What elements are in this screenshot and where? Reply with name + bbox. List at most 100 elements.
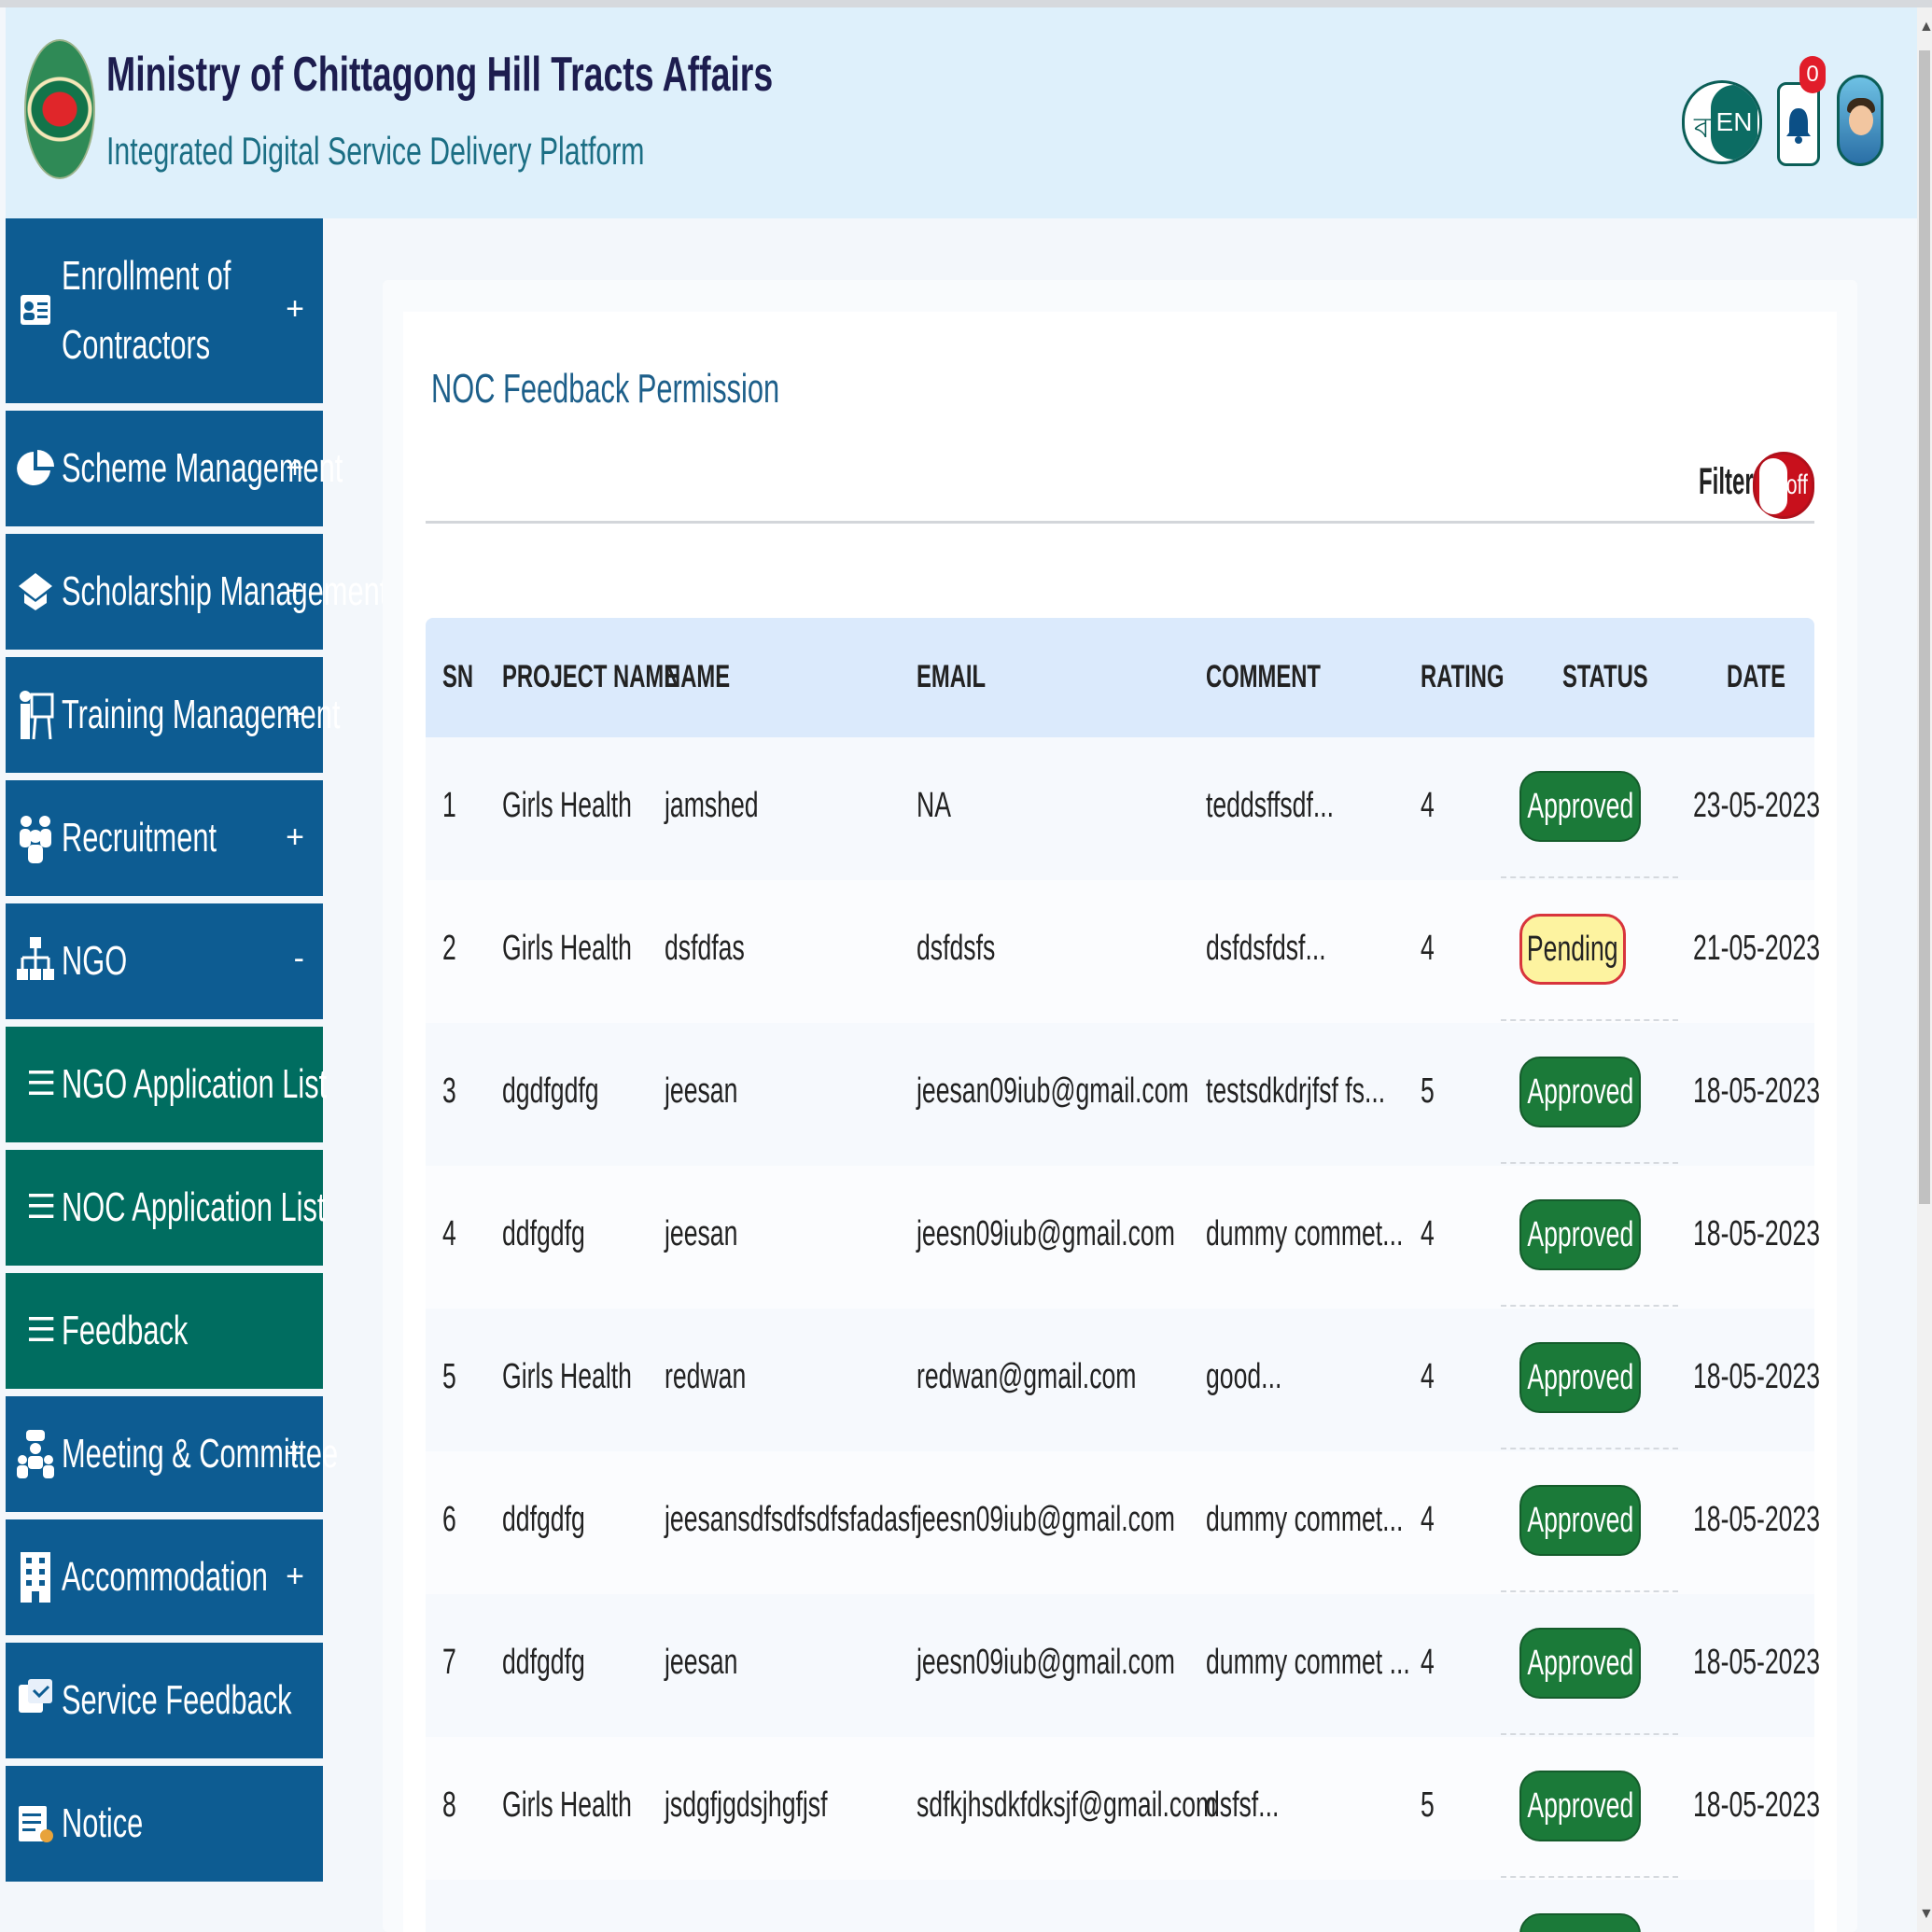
cell-status: Approved bbox=[1501, 1309, 1678, 1449]
table-row[interactable]: 3 dgdfgdfg jeesan jeesan09iub@gmail.com test… bbox=[426, 1023, 1820, 1166]
sidebar-item-label: Accommodation bbox=[62, 1554, 268, 1600]
column-header-comment[interactable]: COMMENT bbox=[1206, 659, 1321, 695]
sidebar-item-label: Feedback bbox=[62, 1308, 189, 1353]
status-badge[interactable]: Approved bbox=[1519, 1057, 1641, 1127]
language-toggle[interactable]: বাং EN bbox=[1682, 80, 1762, 164]
cell-project-name: Girls Health bbox=[502, 1785, 632, 1825]
column-header-rating[interactable]: RATING bbox=[1421, 659, 1504, 695]
cell-name: jeesan bbox=[665, 1214, 738, 1253]
table-row[interactable]: 5 Girls Health redwan redwan@gmail.com good.… bbox=[426, 1309, 1820, 1451]
sidebar-item-service-feedback[interactable]: Service Feedback bbox=[6, 1643, 323, 1758]
cell-status: Approved bbox=[1501, 737, 1678, 878]
sidebar-subitem-noc-application-list[interactable]: ☰ NOC Application List bbox=[6, 1150, 326, 1266]
status-badge[interactable]: Pending bbox=[1519, 914, 1626, 985]
cell-email: jeesn09iub@gmail.com bbox=[917, 1643, 1175, 1682]
status-badge-label: Pending bbox=[1527, 929, 1618, 969]
cell-date: 18-05-2023 bbox=[1693, 1071, 1821, 1111]
cell-rating: 4 bbox=[1421, 1357, 1435, 1396]
divider bbox=[426, 521, 1814, 524]
filter-toggle-state: off bbox=[1786, 469, 1808, 500]
column-header-sn[interactable]: SN bbox=[442, 659, 473, 695]
sidebar-item-ngo[interactable]: NGO - bbox=[6, 903, 323, 1019]
cell-project-name: Girls Health bbox=[502, 786, 632, 825]
list-icon: ☰ bbox=[26, 1187, 57, 1225]
sidebar-item-label: NOC Application List bbox=[62, 1184, 326, 1230]
contact-card-icon bbox=[17, 282, 54, 338]
cell-comment: good... bbox=[1206, 1357, 1282, 1396]
expand-icon: + bbox=[286, 1435, 304, 1471]
status-badge[interactable]: Approved bbox=[1519, 1628, 1641, 1699]
status-badge[interactable]: Approved bbox=[1519, 1342, 1641, 1413]
cell-project-name: Girls Health bbox=[502, 1357, 632, 1396]
status-badge[interactable]: Approved bbox=[1519, 771, 1641, 842]
sidebar-subitem-ngo-application-list[interactable]: ☰ NGO Application List bbox=[6, 1027, 327, 1142]
expand-icon: + bbox=[286, 573, 304, 609]
table-row[interactable]: 8 Girls Health jsdgfjgdsjhgfjsf sdfkjhsdkfd… bbox=[426, 1737, 1820, 1880]
scroll-up-arrow[interactable]: ▲ bbox=[1919, 19, 1932, 35]
user-avatar[interactable] bbox=[1837, 75, 1883, 166]
cell-status: Approved bbox=[1501, 1451, 1678, 1592]
sidebar-item-enrollment-of-contractors[interactable]: Enrollment of Contractors + bbox=[6, 218, 323, 403]
cell-date: 18-05-2023 bbox=[1693, 1643, 1821, 1682]
table-row[interactable]: 1 Girls Health jamshed NA teddsffsdf... 4 23-0… bbox=[426, 737, 1820, 880]
cell-project-name: dgdfgdfg bbox=[502, 1071, 599, 1111]
cell-email: jeesn09iub@gmail.com bbox=[917, 1214, 1175, 1253]
sidebar-item-meeting-committee[interactable]: Meeting & Committee + bbox=[6, 1396, 338, 1512]
cell-rating: 4 bbox=[1421, 1214, 1435, 1253]
cell-email: sdfkjhsdkfdksjf@gmail.com bbox=[917, 1785, 1217, 1825]
sidebar-item-scheme-management[interactable]: Scheme Management + bbox=[6, 411, 343, 526]
cell-sn: 8 bbox=[442, 1785, 456, 1825]
trainer-icon bbox=[17, 687, 54, 743]
cell-comment: dummy commet... bbox=[1206, 1500, 1404, 1539]
column-header-date[interactable]: DATE bbox=[1727, 659, 1785, 695]
cell-email: redwan@gmail.com bbox=[917, 1357, 1137, 1396]
sidebar-item-accommodation[interactable]: Accommodation + bbox=[6, 1519, 323, 1635]
scrollbar-thumb[interactable] bbox=[1919, 50, 1930, 1204]
lang-en-label: EN bbox=[1711, 85, 1757, 160]
sidebar-item-notice[interactable]: Notice bbox=[6, 1766, 323, 1882]
cell-comment: dummy commet ... bbox=[1206, 1643, 1410, 1682]
sidebar-subitem-feedback[interactable]: ☰ Feedback bbox=[6, 1273, 323, 1389]
sidebar-item-scholarship-management[interactable]: Scholarship Management + bbox=[6, 534, 387, 650]
status-badge[interactable]: Approved bbox=[1519, 1199, 1641, 1270]
cell-sn: 6 bbox=[442, 1500, 456, 1539]
status-badge-label: Approved bbox=[1527, 1785, 1633, 1826]
cell-email: NA bbox=[917, 786, 951, 825]
column-header-email[interactable]: EMAIL bbox=[917, 659, 986, 695]
cell-project-name: Girls Health bbox=[502, 929, 632, 968]
filter-toggle[interactable]: off bbox=[1753, 452, 1814, 519]
status-badge-label: Approved bbox=[1527, 1357, 1633, 1397]
cell-rating: 4 bbox=[1421, 1643, 1435, 1682]
filter-toggle-knob bbox=[1759, 458, 1787, 514]
column-header-name[interactable]: NAME bbox=[665, 659, 730, 695]
cell-name: jsdgfjgdsjhgfjsf bbox=[665, 1785, 828, 1825]
column-header-status[interactable]: STATUS bbox=[1562, 659, 1648, 695]
table-row[interactable]: 4 ddfgdfg jeesan jeesn09iub@gmail.com dummy … bbox=[426, 1166, 1820, 1309]
expand-icon: + bbox=[286, 291, 304, 327]
status-badge-label: Approved bbox=[1527, 1214, 1633, 1254]
notification-button[interactable] bbox=[1777, 82, 1820, 166]
table-header: SN PROJECT NAME NAME EMAIL COMMENT RATIN… bbox=[426, 618, 1814, 737]
sidebar-item-label: Enrollment of bbox=[62, 253, 231, 299]
cell-name: dsfdfas bbox=[665, 929, 745, 968]
scroll-down-arrow[interactable]: ▼ bbox=[1919, 1906, 1932, 1923]
cell-comment: dummy commet... bbox=[1206, 1214, 1404, 1253]
table-row[interactable]: 6 ddfgdfg jeesansdfsdfsdfsfadasf jeesn09iub… bbox=[426, 1451, 1820, 1594]
sidebar-item-label: Scholarship Management bbox=[62, 568, 388, 614]
meeting-icon bbox=[17, 1426, 54, 1482]
table-row[interactable]: 2 Girls Health dsfdfas dsfdsfs dsfdsfdsf... 4… bbox=[426, 880, 1820, 1023]
status-badge[interactable]: Approved bbox=[1519, 1771, 1641, 1841]
sidebar-item-recruitment[interactable]: Recruitment + bbox=[6, 780, 323, 896]
cell-sn: 7 bbox=[442, 1643, 456, 1682]
sidebar-item-label: Service Feedback bbox=[62, 1677, 292, 1723]
expand-icon: + bbox=[286, 696, 304, 732]
column-header-project-name[interactable]: PROJECT NAME bbox=[502, 659, 679, 695]
sidebar-item-training-management[interactable]: Training Management + bbox=[6, 657, 340, 773]
expand-icon: + bbox=[286, 819, 304, 855]
table-row[interactable]: 7 ddfgdfg jeesan jeesn09iub@gmail.com dummy … bbox=[426, 1594, 1820, 1737]
cell-rating: 4 bbox=[1421, 1500, 1435, 1539]
cell-status: Approved bbox=[1501, 1166, 1678, 1307]
status-badge[interactable]: Approved bbox=[1519, 1485, 1641, 1556]
cell-sn: 1 bbox=[442, 786, 456, 825]
sidebar-item-label: NGO bbox=[62, 938, 128, 984]
